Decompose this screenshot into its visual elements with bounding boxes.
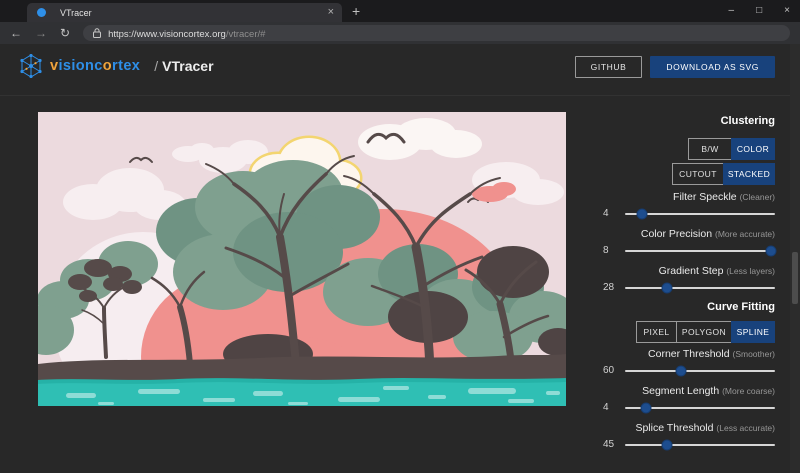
tab-close-icon[interactable]: × xyxy=(328,7,334,18)
forward-icon[interactable]: → xyxy=(35,27,47,39)
browser-toolbar: ← → ↻ https://www.visioncortex.org/vtrac… xyxy=(0,22,800,44)
cutout-button[interactable]: CUTOUT xyxy=(672,163,724,185)
segment-length-slider: 4 xyxy=(595,401,775,414)
download-svg-button[interactable]: DOWNLOAD AS SVG xyxy=(650,56,775,78)
clustering-mode-group: B/W COLOR xyxy=(595,138,775,160)
visioncortex-logo-icon xyxy=(20,54,42,78)
back-icon[interactable]: ← xyxy=(10,27,22,39)
url-path: /vtracer/# xyxy=(226,29,266,40)
brand[interactable]: visioncortex /VTracer xyxy=(20,54,214,78)
slider-track[interactable] xyxy=(625,370,775,372)
header-buttons: GITHUB DOWNLOAD AS SVG xyxy=(575,56,775,78)
tab-title: VTracer xyxy=(60,8,328,18)
water xyxy=(38,380,566,406)
gradient-step-hint: (Less layers) xyxy=(726,266,775,276)
segment-length-hint: (More coarse) xyxy=(722,386,775,396)
minimize-icon[interactable]: – xyxy=(729,6,735,16)
gradient-step-label: Gradient Step (Less layers) xyxy=(595,265,775,278)
url-domain: https://www.visioncortex.org xyxy=(108,29,226,40)
browser-window: VTracer × + – □ × ← → ↻ https://www.visi… xyxy=(0,0,800,473)
filter-speckle-label: Filter Speckle (Cleaner) xyxy=(595,191,775,204)
slider-value: 45 xyxy=(595,439,625,450)
url-text: https://www.visioncortex.org/vtracer/# xyxy=(108,24,265,42)
corner-threshold-hint: (Smoother) xyxy=(732,349,775,359)
slider-track[interactable] xyxy=(625,250,775,252)
scrollbar-thumb[interactable] xyxy=(792,252,798,304)
maximize-icon[interactable]: □ xyxy=(756,6,762,16)
slider-value: 4 xyxy=(595,402,625,413)
github-button[interactable]: GITHUB xyxy=(575,56,643,78)
pixel-button[interactable]: PIXEL xyxy=(636,321,677,343)
curve-fitting-mode-group: PIXEL POLYGON SPLINE xyxy=(595,321,775,343)
corner-threshold-slider: 60 xyxy=(595,364,775,377)
segment-length-label: Segment Length (More coarse) xyxy=(595,385,775,398)
close-icon[interactable]: × xyxy=(784,6,790,16)
canvas-frame xyxy=(38,112,566,406)
browser-tab[interactable]: VTracer × xyxy=(27,3,342,22)
slider-thumb[interactable] xyxy=(636,208,647,219)
slider-track[interactable] xyxy=(625,407,775,409)
spline-button[interactable]: SPLINE xyxy=(731,321,775,343)
browser-titlebar: VTracer × + – □ × xyxy=(0,0,800,22)
clustering-layering-group: CUTOUT STACKED xyxy=(595,163,775,185)
control-panel: Clustering B/W COLOR CUTOUT STACKED Filt… xyxy=(595,115,775,451)
corner-threshold-label: Corner Threshold (Smoother) xyxy=(595,348,775,361)
slider-thumb[interactable] xyxy=(765,245,776,256)
color-precision-label: Color Precision (More accurate) xyxy=(595,228,775,241)
traced-illustration xyxy=(38,112,566,406)
curve-fitting-title: Curve Fitting xyxy=(595,301,775,313)
window-controls: – □ × xyxy=(729,0,790,22)
gradient-step-slider: 28 xyxy=(595,281,775,294)
filter-speckle-slider: 4 xyxy=(595,207,775,220)
app-header: visioncortex /VTracer GITHUB DOWNLOAD AS… xyxy=(0,44,790,96)
slider-thumb[interactable] xyxy=(641,402,652,413)
splice-threshold-hint: (Less accurate) xyxy=(716,423,775,433)
color-precision-hint: (More accurate) xyxy=(715,229,775,239)
slider-value: 4 xyxy=(595,208,625,219)
favicon-icon xyxy=(37,8,46,17)
stacked-button[interactable]: STACKED xyxy=(723,163,775,185)
clustering-title: Clustering xyxy=(595,115,775,127)
color-button[interactable]: COLOR xyxy=(731,138,775,160)
slider-value: 60 xyxy=(595,365,625,376)
splice-threshold-slider: 45 xyxy=(595,438,775,451)
polygon-button[interactable]: POLYGON xyxy=(676,321,732,343)
filter-speckle-hint: (Cleaner) xyxy=(740,192,775,202)
new-tab-button[interactable]: + xyxy=(352,2,360,21)
slider-value: 8 xyxy=(595,245,625,256)
lock-icon xyxy=(93,28,101,38)
refresh-icon[interactable]: ↻ xyxy=(60,27,70,39)
page-scrollbar[interactable] xyxy=(790,44,800,473)
slider-value: 28 xyxy=(595,282,625,293)
brand-wordmark: visioncortex xyxy=(50,58,140,74)
color-precision-slider: 8 xyxy=(595,244,775,257)
address-bar[interactable]: https://www.visioncortex.org/vtracer/# xyxy=(83,25,790,41)
slider-thumb[interactable] xyxy=(662,439,673,450)
slider-thumb[interactable] xyxy=(662,282,673,293)
page-title: /VTracer xyxy=(154,58,213,74)
slider-track[interactable] xyxy=(625,444,775,446)
slider-thumb[interactable] xyxy=(675,365,686,376)
slider-track[interactable] xyxy=(625,213,775,215)
bw-button[interactable]: B/W xyxy=(688,138,732,160)
slider-track[interactable] xyxy=(625,287,775,289)
splice-threshold-label: Splice Threshold (Less accurate) xyxy=(595,422,775,435)
